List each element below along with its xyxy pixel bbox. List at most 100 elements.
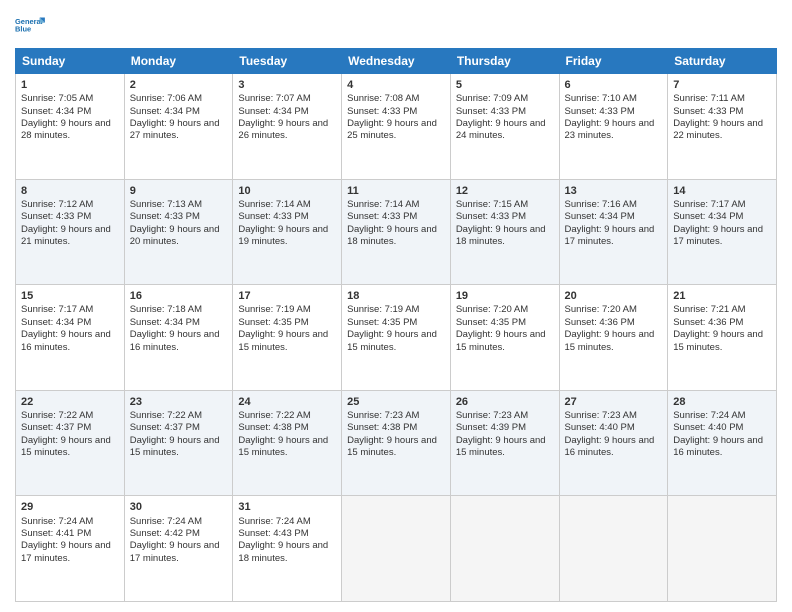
sunrise-text: Sunrise: 7:22 AM [130, 410, 202, 421]
sunset-text: Sunset: 4:35 PM [347, 317, 417, 328]
day-number: 31 [238, 500, 336, 514]
calendar-cell: 21Sunrise: 7:21 AMSunset: 4:36 PMDayligh… [668, 285, 777, 391]
sunset-text: Sunset: 4:38 PM [347, 422, 417, 433]
calendar-cell: 29Sunrise: 7:24 AMSunset: 4:41 PMDayligh… [16, 496, 125, 602]
sunset-text: Sunset: 4:36 PM [673, 317, 743, 328]
week-row-4: 22Sunrise: 7:22 AMSunset: 4:37 PMDayligh… [16, 390, 777, 496]
sunrise-text: Sunrise: 7:16 AM [565, 199, 637, 210]
sunset-text: Sunset: 4:34 PM [673, 211, 743, 222]
calendar-table: SundayMondayTuesdayWednesdayThursdayFrid… [15, 48, 777, 602]
sunset-text: Sunset: 4:37 PM [130, 422, 200, 433]
calendar-cell: 6Sunrise: 7:10 AMSunset: 4:33 PMDaylight… [559, 74, 668, 180]
calendar-cell [668, 496, 777, 602]
calendar-cell: 14Sunrise: 7:17 AMSunset: 4:34 PMDayligh… [668, 179, 777, 285]
day-number: 9 [130, 184, 228, 198]
daylight-text: Daylight: 9 hours and 25 minutes. [347, 118, 437, 141]
daylight-text: Daylight: 9 hours and 20 minutes. [130, 224, 220, 247]
sunrise-text: Sunrise: 7:20 AM [456, 304, 528, 315]
daylight-text: Daylight: 9 hours and 21 minutes. [21, 224, 111, 247]
daylight-text: Daylight: 9 hours and 17 minutes. [21, 540, 111, 563]
day-number: 23 [130, 395, 228, 409]
day-number: 7 [673, 78, 771, 92]
daylight-text: Daylight: 9 hours and 16 minutes. [673, 435, 763, 458]
sunrise-text: Sunrise: 7:20 AM [565, 304, 637, 315]
week-row-2: 8Sunrise: 7:12 AMSunset: 4:33 PMDaylight… [16, 179, 777, 285]
daylight-text: Daylight: 9 hours and 22 minutes. [673, 118, 763, 141]
logo: General Blue [15, 10, 47, 42]
sunset-text: Sunset: 4:33 PM [565, 106, 635, 117]
sunset-text: Sunset: 4:33 PM [456, 106, 526, 117]
day-number: 18 [347, 289, 445, 303]
day-number: 11 [347, 184, 445, 198]
daylight-text: Daylight: 9 hours and 16 minutes. [565, 435, 655, 458]
calendar-cell: 18Sunrise: 7:19 AMSunset: 4:35 PMDayligh… [342, 285, 451, 391]
calendar-cell: 24Sunrise: 7:22 AMSunset: 4:38 PMDayligh… [233, 390, 342, 496]
sunset-text: Sunset: 4:43 PM [238, 528, 308, 539]
calendar-cell: 31Sunrise: 7:24 AMSunset: 4:43 PMDayligh… [233, 496, 342, 602]
calendar-cell: 7Sunrise: 7:11 AMSunset: 4:33 PMDaylight… [668, 74, 777, 180]
sunset-text: Sunset: 4:35 PM [456, 317, 526, 328]
day-number: 27 [565, 395, 663, 409]
sunset-text: Sunset: 4:33 PM [347, 106, 417, 117]
sunset-text: Sunset: 4:34 PM [130, 106, 200, 117]
sunrise-text: Sunrise: 7:12 AM [21, 199, 93, 210]
col-header-thursday: Thursday [450, 49, 559, 74]
week-row-1: 1Sunrise: 7:05 AMSunset: 4:34 PMDaylight… [16, 74, 777, 180]
day-number: 4 [347, 78, 445, 92]
calendar-cell: 27Sunrise: 7:23 AMSunset: 4:40 PM Dayligh… [559, 390, 668, 496]
col-header-saturday: Saturday [668, 49, 777, 74]
sunrise-text: Sunrise: 7:10 AM [565, 93, 637, 104]
sunset-text: Sunset: 4:34 PM [238, 106, 308, 117]
daylight-text: Daylight: 9 hours and 27 minutes. [130, 118, 220, 141]
sunset-text: Sunset: 4:37 PM [21, 422, 91, 433]
sunrise-text: Sunrise: 7:22 AM [238, 410, 310, 421]
day-number: 10 [238, 184, 336, 198]
calendar-page: General Blue SundayMondayTuesdayWednesda… [0, 0, 792, 612]
day-number: 20 [565, 289, 663, 303]
sunrise-text: Sunrise: 7:14 AM [347, 199, 419, 210]
daylight-text: Daylight: 9 hours and 18 minutes. [456, 224, 546, 247]
sunset-text: Sunset: 4:34 PM [21, 317, 91, 328]
sunset-text: Sunset: 4:34 PM [565, 211, 635, 222]
daylight-text: Daylight: 9 hours and 17 minutes. [565, 224, 655, 247]
col-header-sunday: Sunday [16, 49, 125, 74]
sunset-text: Sunset: 4:39 PM [456, 422, 526, 433]
sunset-text: Sunset: 4:33 PM [21, 211, 91, 222]
calendar-cell: 3Sunrise: 7:07 AMSunset: 4:34 PMDaylight… [233, 74, 342, 180]
sunrise-text: Sunrise: 7:17 AM [673, 199, 745, 210]
daylight-text: Daylight: 9 hours and 24 minutes. [456, 118, 546, 141]
week-row-3: 15Sunrise: 7:17 AMSunset: 4:34 PMDayligh… [16, 285, 777, 391]
sunset-text: Sunset: 4:34 PM [21, 106, 91, 117]
day-number: 24 [238, 395, 336, 409]
calendar-cell: 30Sunrise: 7:24 AMSunset: 4:42 PMDayligh… [124, 496, 233, 602]
calendar-cell: 20Sunrise: 7:20 AMSunset: 4:36 PMDayligh… [559, 285, 668, 391]
col-header-wednesday: Wednesday [342, 49, 451, 74]
sunset-text: Sunset: 4:40 PM [565, 422, 635, 433]
calendar-cell: 11Sunrise: 7:14 AMSunset: 4:33 PMDayligh… [342, 179, 451, 285]
sunrise-text: Sunrise: 7:05 AM [21, 93, 93, 104]
day-number: 26 [456, 395, 554, 409]
sunrise-text: Sunrise: 7:13 AM [130, 199, 202, 210]
week-row-5: 29Sunrise: 7:24 AMSunset: 4:41 PMDayligh… [16, 496, 777, 602]
sunrise-text: Sunrise: 7:15 AM [456, 199, 528, 210]
calendar-cell: 15Sunrise: 7:17 AMSunset: 4:34 PMDayligh… [16, 285, 125, 391]
day-number: 30 [130, 500, 228, 514]
sunset-text: Sunset: 4:33 PM [238, 211, 308, 222]
sunset-text: Sunset: 4:33 PM [347, 211, 417, 222]
sunrise-text: Sunrise: 7:23 AM [565, 410, 637, 421]
sunrise-text: Sunrise: 7:08 AM [347, 93, 419, 104]
day-number: 8 [21, 184, 119, 198]
calendar-cell: 19Sunrise: 7:20 AMSunset: 4:35 PMDayligh… [450, 285, 559, 391]
col-header-tuesday: Tuesday [233, 49, 342, 74]
day-number: 14 [673, 184, 771, 198]
daylight-text: Daylight: 9 hours and 16 minutes. [130, 329, 220, 352]
calendar-cell: 23Sunrise: 7:22 AMSunset: 4:37 PMDayligh… [124, 390, 233, 496]
day-number: 2 [130, 78, 228, 92]
sunset-text: Sunset: 4:33 PM [130, 211, 200, 222]
sunset-text: Sunset: 4:36 PM [565, 317, 635, 328]
calendar-cell: 22Sunrise: 7:22 AMSunset: 4:37 PMDayligh… [16, 390, 125, 496]
day-number: 13 [565, 184, 663, 198]
sunset-text: Sunset: 4:33 PM [456, 211, 526, 222]
daylight-text: Daylight: 9 hours and 23 minutes. [565, 118, 655, 141]
day-number: 5 [456, 78, 554, 92]
